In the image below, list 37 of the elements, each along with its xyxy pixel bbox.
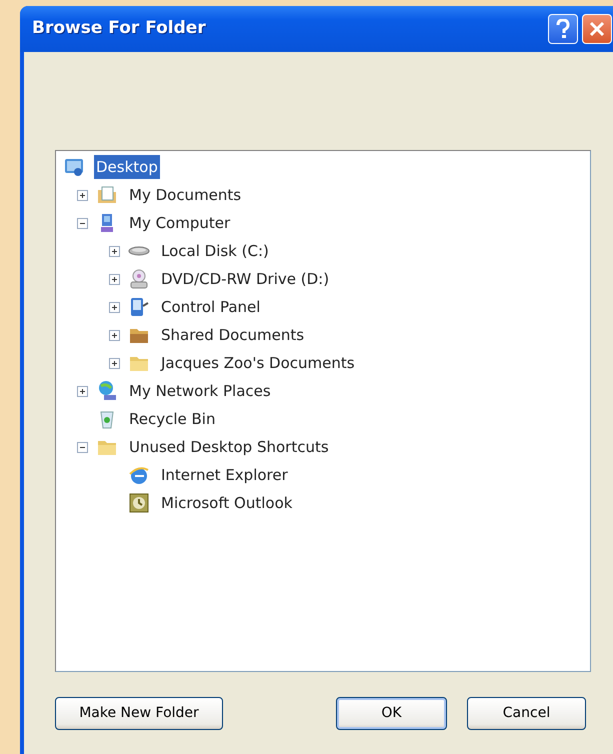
tree-item[interactable]: Unused Desktop Shortcuts	[127, 434, 331, 460]
expand-icon[interactable]	[109, 330, 120, 340]
document-folder-icon	[96, 184, 118, 206]
tree-item[interactable]: DVD/CD-RW Drive (D:)	[159, 266, 332, 292]
tree-item[interactable]: Recycle Bin	[127, 406, 218, 432]
tree-item[interactable]: My Computer	[127, 210, 232, 236]
ok-button[interactable]: OK	[336, 697, 447, 730]
expand-icon[interactable]	[109, 274, 120, 284]
network-icon	[96, 380, 118, 402]
close-button[interactable]	[582, 14, 612, 44]
tree-item[interactable]: Local Disk (C:)	[159, 238, 271, 264]
help-button[interactable]	[548, 14, 578, 44]
expand-icon[interactable]	[109, 302, 120, 312]
expand-icon[interactable]	[77, 386, 88, 396]
close-icon	[589, 21, 605, 37]
disc-drive-icon	[128, 268, 150, 290]
expand-icon[interactable]	[77, 190, 88, 200]
tree-item[interactable]: Jacques Zoo's Documents	[159, 350, 357, 376]
tree-item[interactable]: Shared Documents	[159, 322, 306, 348]
tree-item[interactable]: Desktop	[94, 154, 160, 180]
cancel-button[interactable]: Cancel	[467, 697, 586, 730]
tree-item[interactable]: My Documents	[127, 182, 244, 208]
window-title: Browse For Folder	[32, 17, 206, 40]
tree-item[interactable]: Control Panel	[159, 294, 262, 320]
expand-icon[interactable]	[109, 246, 120, 256]
make-folder-button[interactable]: Make New Folder	[55, 697, 223, 730]
tree-item[interactable]: Microsoft Outlook	[159, 490, 294, 516]
collapse-icon[interactable]	[77, 442, 88, 452]
control-panel-icon	[128, 296, 150, 318]
collapse-icon[interactable]	[77, 218, 88, 228]
expand-icon[interactable]	[109, 358, 120, 368]
browser-icon	[128, 464, 150, 486]
clock-icon	[128, 492, 150, 514]
tree-item[interactable]: My Network Places	[127, 378, 273, 404]
question-mark-icon	[556, 19, 570, 39]
desktop-icon	[63, 156, 85, 178]
tree-item[interactable]: Internet Explorer	[159, 462, 290, 488]
